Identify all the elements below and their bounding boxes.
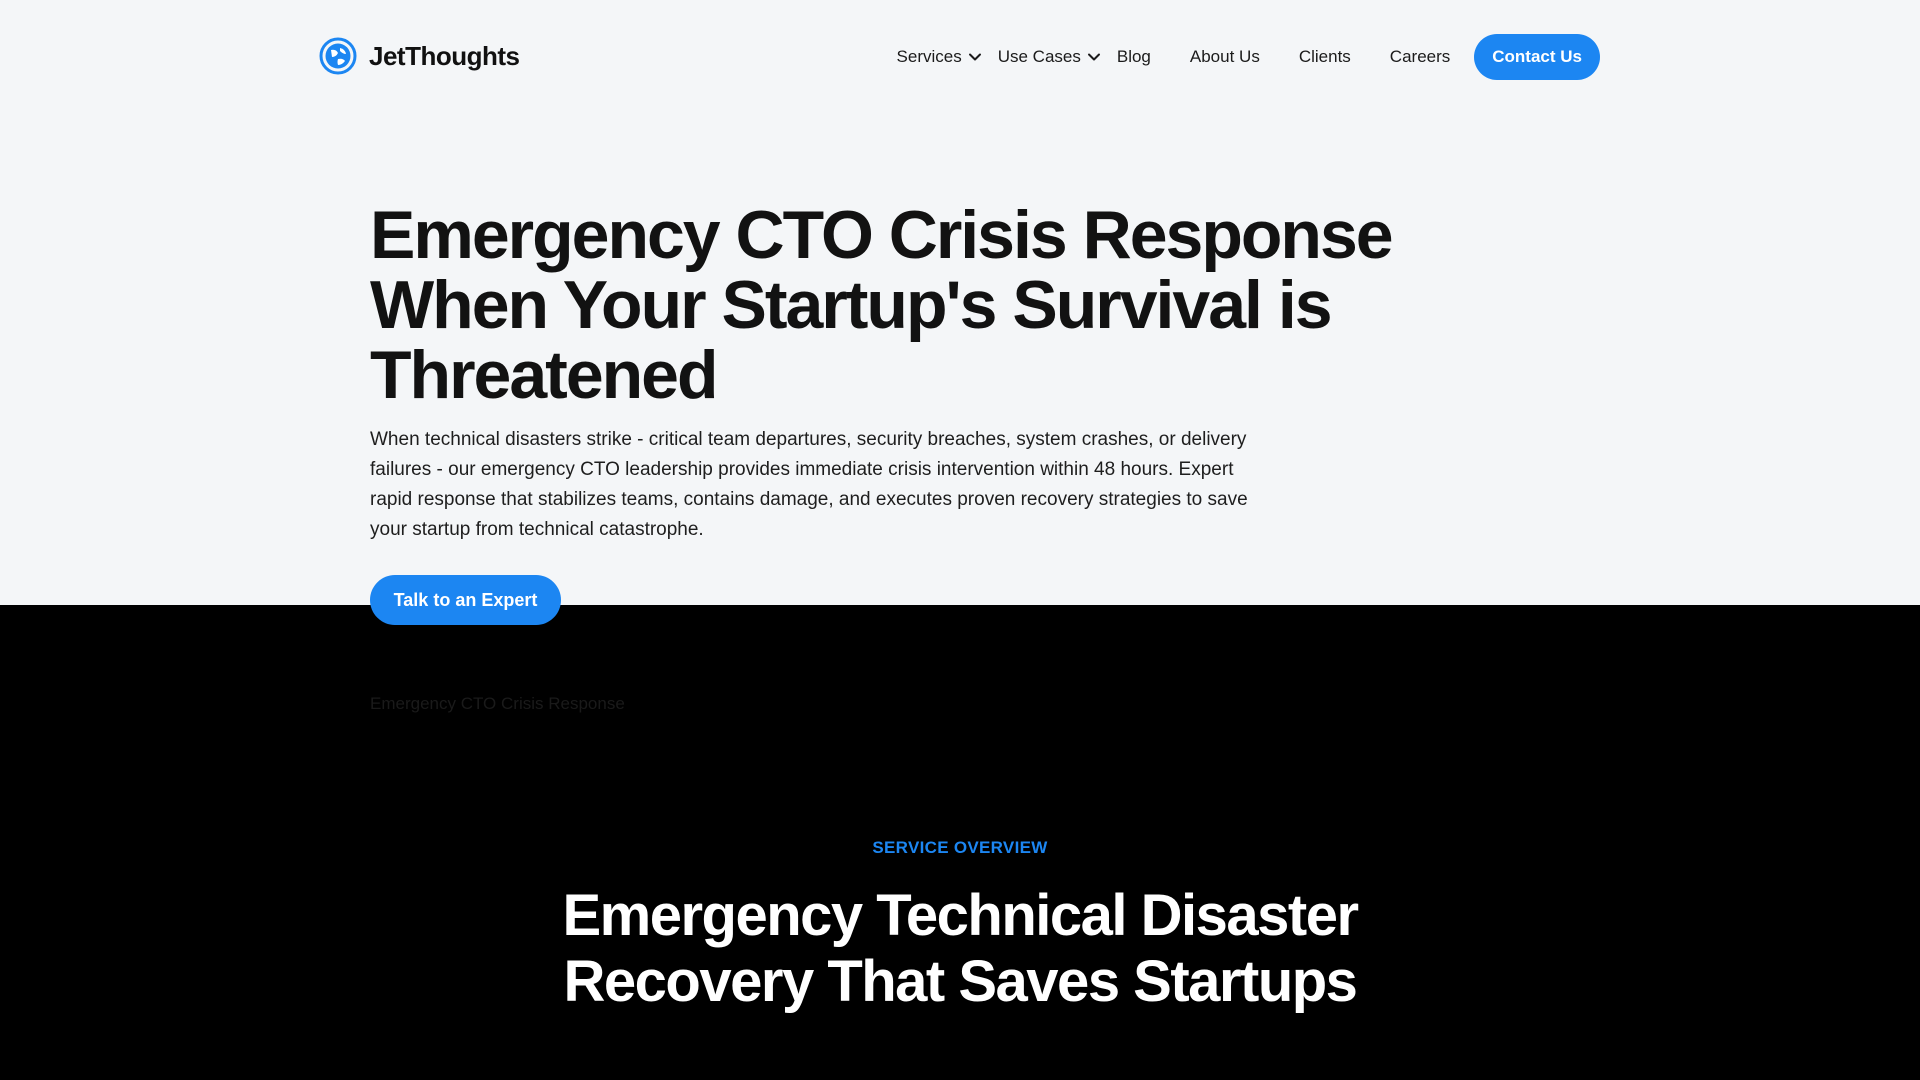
brand-name: JetThoughts — [369, 40, 520, 71]
nav-use-cases-label: Use Cases — [997, 47, 1081, 66]
nav-services[interactable]: Services — [897, 47, 982, 67]
chevron-down-icon — [968, 53, 981, 61]
nav-services-label: Services — [896, 47, 962, 66]
brand-logo-link[interactable]: JetThoughts — [319, 37, 520, 75]
talk-to-expert-button[interactable]: Talk to an Expert — [370, 575, 561, 625]
nav-use-cases[interactable]: Use Cases — [998, 47, 1101, 67]
breadcrumb: Emergency CTO Crisis Response — [370, 694, 625, 713]
hero-title: Emergency CTO Crisis Response When Your … — [370, 197, 1394, 413]
nav-clients[interactable]: Clients — [1299, 47, 1351, 67]
chevron-down-icon — [1087, 53, 1100, 61]
nav-blog[interactable]: Blog — [1117, 47, 1151, 67]
page: JetThoughts Services Use Cases Blog Abou… — [0, 0, 1920, 1080]
contact-us-button[interactable]: Contact Us — [1474, 34, 1600, 80]
nav-careers[interactable]: Careers — [1390, 47, 1450, 67]
globe-logo-icon — [319, 37, 357, 75]
hero-description: When technical disasters strike - critic… — [370, 429, 1248, 540]
section-eyebrow: SERVICE OVERVIEW — [872, 838, 1048, 857]
nav-about-us[interactable]: About Us — [1190, 47, 1260, 67]
section-title: Emergency Technical Disaster Recovery Th… — [562, 883, 1359, 1014]
main-nav: Services Use Cases Blog About Us Clients… — [897, 34, 1600, 80]
